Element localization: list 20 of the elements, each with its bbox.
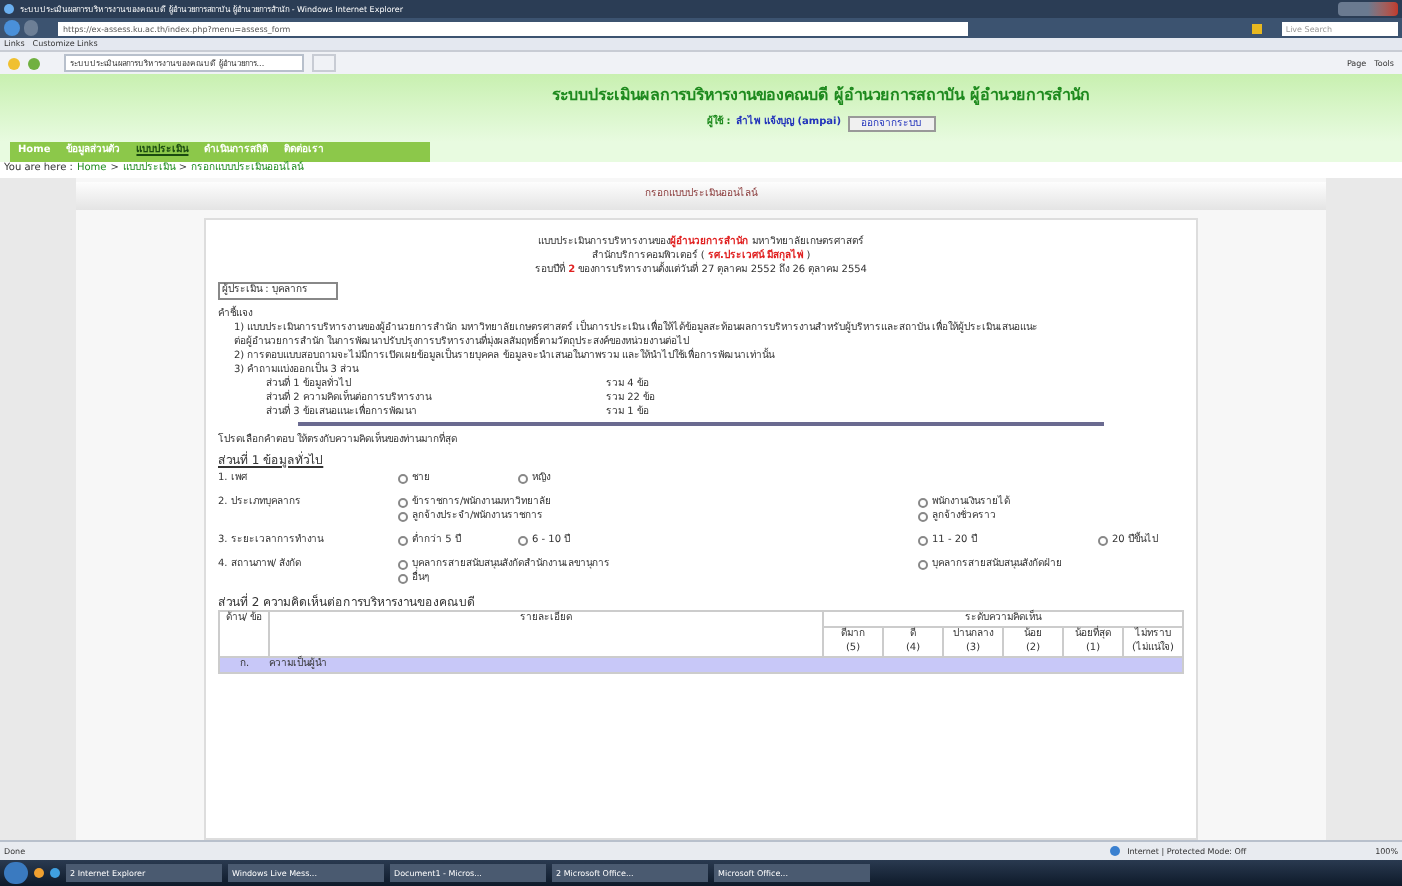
radio-button[interactable]: [918, 560, 928, 570]
radio-button[interactable]: [398, 512, 408, 522]
radio-button[interactable]: [398, 536, 408, 546]
radio-button[interactable]: [398, 474, 408, 484]
radio-button[interactable]: [1098, 536, 1108, 546]
radio-button[interactable]: [918, 512, 928, 522]
radio-button[interactable]: [518, 536, 528, 546]
back-button[interactable]: [4, 20, 20, 36]
start-button[interactable]: [4, 862, 28, 884]
radio-button[interactable]: [518, 474, 528, 484]
radio-button[interactable]: [918, 536, 928, 546]
radio-button[interactable]: [918, 498, 928, 508]
site-title: ระบบประเมินผลการบริหารงานของคณบดี ผู้อำนวยการสถาบัน ผู้อำนวยการสำนัก: [552, 84, 1090, 108]
radio-button[interactable]: [398, 560, 408, 570]
globe-icon: [1109, 846, 1120, 856]
radio-button[interactable]: [398, 574, 408, 584]
browser-icon: [4, 4, 14, 14]
forward-button[interactable]: [23, 20, 39, 36]
radio-button[interactable]: [398, 498, 408, 508]
add-favorites-icon[interactable]: [28, 57, 40, 69]
